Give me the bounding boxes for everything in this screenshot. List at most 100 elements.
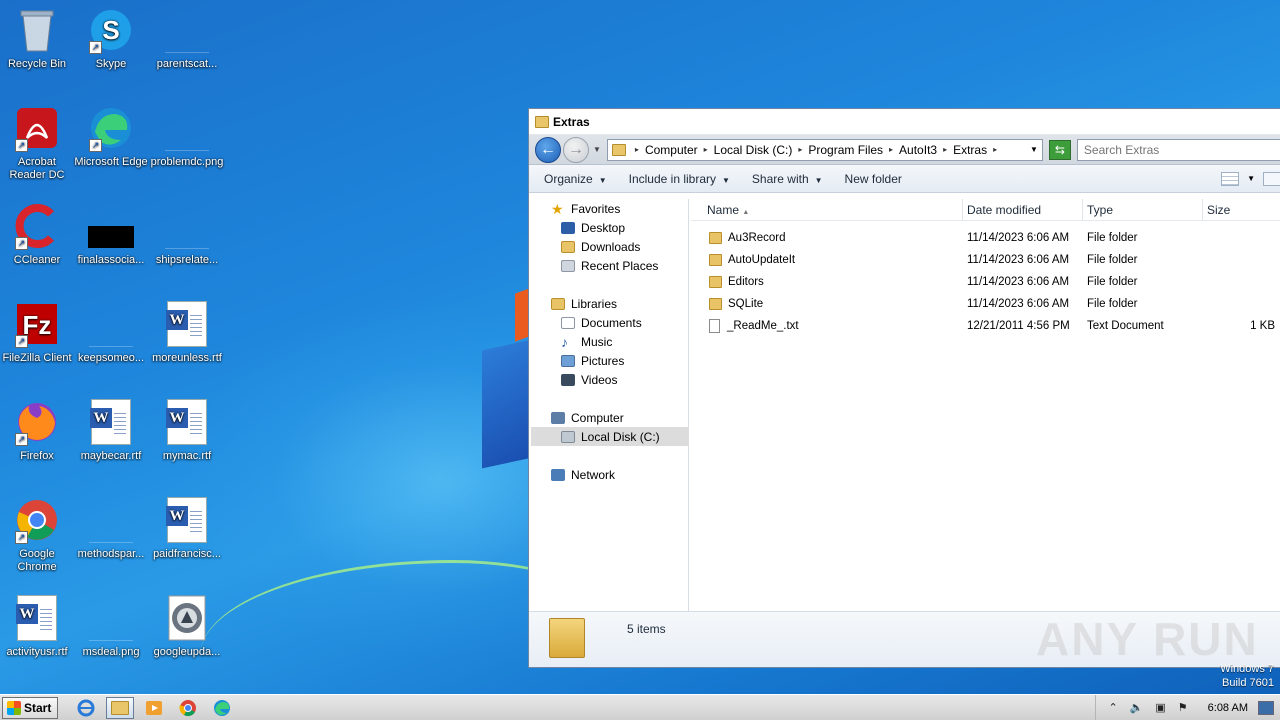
breadcrumb-autoit3[interactable]: AutoIt3 xyxy=(899,143,937,157)
folder-icon xyxy=(549,618,585,658)
desktop-icon-recycle-bin[interactable]: Recycle Bin xyxy=(0,6,74,71)
desktop-icon-chrome[interactable]: ↗ Google Chrome xyxy=(0,496,74,574)
nav-documents[interactable]: Documents xyxy=(531,313,689,332)
organize-menu[interactable]: Organize ▼ xyxy=(533,172,618,186)
dropdown-arrow-icon[interactable]: ▼ xyxy=(1247,174,1255,183)
nav-videos[interactable]: Videos xyxy=(531,370,689,389)
change-view-icon[interactable] xyxy=(1221,171,1240,186)
network-status-icon[interactable]: ▣ xyxy=(1155,701,1165,714)
desktop-icon-file[interactable]: keepsomeo... xyxy=(74,300,148,365)
show-desktop-button[interactable] xyxy=(1258,700,1274,715)
start-button[interactable]: Start xyxy=(2,696,59,719)
column-header-size[interactable]: Size xyxy=(1203,199,1280,220)
desktop-icon-edge[interactable]: ↗ Microsoft Edge xyxy=(74,104,148,169)
nav-local-disk[interactable]: Local Disk (C:) xyxy=(531,427,689,446)
taskbar-explorer[interactable] xyxy=(106,696,135,719)
breadcrumb-extras[interactable]: Extras xyxy=(953,143,987,157)
file-date: 11/14/2023 6:06 AM xyxy=(967,232,1070,244)
clock[interactable]: 6:08 AM xyxy=(1208,702,1248,714)
new-folder-button[interactable]: New folder xyxy=(834,172,913,186)
column-headers: Name ▲ Date modified Type Size xyxy=(691,199,1280,221)
file-row[interactable]: Au3Record 11/14/2023 6:06 AM File folder xyxy=(691,227,1280,249)
address-dropdown-icon[interactable]: ▼ xyxy=(1030,145,1038,154)
desktop-icon-file[interactable]: parentscat... xyxy=(150,6,224,71)
desktop-icon-googleupdate[interactable]: googleupda... xyxy=(150,594,224,659)
column-header-date[interactable]: Date modified xyxy=(963,199,1083,220)
chevron-right-icon[interactable]: ▸ xyxy=(943,145,947,154)
desktop-icon-ccleaner[interactable]: ↗ CCleaner xyxy=(0,202,74,267)
explorer-window[interactable]: Extras ← → ▼ ▸ Computer ▸ Local Disk (C:… xyxy=(528,108,1280,668)
taskbar-edge[interactable] xyxy=(208,697,236,719)
nav-computer[interactable]: Computer xyxy=(531,408,689,427)
chevron-right-icon[interactable]: ▸ xyxy=(635,145,639,154)
title-bar[interactable]: Extras xyxy=(529,109,1280,135)
share-with-menu[interactable]: Share with ▼ xyxy=(741,172,834,186)
chevron-right-icon[interactable]: ▸ xyxy=(889,145,893,154)
show-hidden-icons-icon[interactable]: ⌃ xyxy=(1108,701,1117,714)
nav-pictures[interactable]: Pictures xyxy=(531,351,689,370)
action-center-flag-icon[interactable]: ⚑ xyxy=(1178,701,1188,714)
file-icon xyxy=(87,300,135,348)
chevron-right-icon[interactable]: ▸ xyxy=(798,145,802,154)
desktop-icon-file[interactable]: shipsrelate... xyxy=(150,202,224,267)
nav-label: Network xyxy=(571,467,616,482)
shortcut-arrow-icon: ↗ xyxy=(15,433,28,446)
desktop-icon xyxy=(561,221,575,234)
desktop-icon-file[interactable]: finalassocia... xyxy=(74,202,148,267)
back-button[interactable]: ← xyxy=(535,136,561,163)
desktop-icon-rtf[interactable]: W activityusr.rtf xyxy=(0,594,74,659)
recent-pages-dropdown-icon[interactable]: ▼ xyxy=(593,145,601,154)
nav-network[interactable]: Network xyxy=(531,465,689,484)
desktop-icon-filezilla[interactable]: Fz ↗ FileZilla Client xyxy=(0,300,74,365)
svg-text:S: S xyxy=(102,15,119,45)
nav-desktop[interactable]: Desktop xyxy=(531,218,689,237)
breadcrumb-program-files[interactable]: Program Files xyxy=(808,143,883,157)
desktop-icon-file[interactable]: msdeal.png xyxy=(74,594,148,659)
address-bar[interactable]: ▸ Computer ▸ Local Disk (C:) ▸ Program F… xyxy=(606,138,1043,161)
chevron-right-icon[interactable]: ▸ xyxy=(704,145,708,154)
search-input[interactable] xyxy=(1076,138,1280,161)
nav-label: Desktop xyxy=(581,220,626,235)
refresh-button[interactable]: ⇆ xyxy=(1048,139,1071,160)
nav-recent-places[interactable]: Recent Places xyxy=(531,256,689,275)
breadcrumb-local-disk[interactable]: Local Disk (C:) xyxy=(714,143,793,157)
desktop-icon-skype[interactable]: S ↗ Skype xyxy=(74,6,148,71)
network-icon xyxy=(551,468,565,481)
file-row[interactable]: SQLite 11/14/2023 6:06 AM File folder xyxy=(691,293,1280,315)
desktop-icon-rtf[interactable]: W paidfrancisc... xyxy=(150,496,224,561)
desktop-icon-firefox[interactable]: ↗ Firefox xyxy=(0,398,74,463)
taskbar-chrome[interactable] xyxy=(174,697,202,719)
desktop-icon-rtf[interactable]: W maybecar.rtf xyxy=(74,398,148,463)
desktop-icon-acrobat[interactable]: ↗ Acrobat Reader DC xyxy=(0,104,74,182)
taskbar-media-player[interactable] xyxy=(140,697,168,719)
nav-label: Favorites xyxy=(571,201,621,216)
column-header-type[interactable]: Type xyxy=(1083,199,1203,220)
breadcrumb-computer[interactable]: Computer xyxy=(645,143,698,157)
desktop-icon-file[interactable]: problemdc.png xyxy=(150,104,224,169)
nav-downloads[interactable]: Downloads xyxy=(531,237,689,256)
desktop-icon-file[interactable]: methodspar... xyxy=(74,496,148,561)
anyrun-watermark: ANY RUN xyxy=(1036,613,1259,665)
word-document-icon: W xyxy=(87,398,135,446)
file-row[interactable]: Editors 11/14/2023 6:06 AM File folder xyxy=(691,271,1280,293)
forward-button[interactable]: → xyxy=(563,136,589,163)
file-row[interactable]: _ReadMe_.txt 12/21/2011 4:56 PM Text Doc… xyxy=(691,315,1280,337)
include-in-library-menu[interactable]: Include in library ▼ xyxy=(618,172,741,186)
organize-label: Organize xyxy=(544,171,593,186)
nav-label: Pictures xyxy=(581,353,625,368)
desktop-icon-rtf[interactable]: W mymac.rtf xyxy=(150,398,224,463)
os-build: Build 7601 xyxy=(1222,677,1274,689)
volume-icon[interactable]: 🔈 xyxy=(1130,701,1144,714)
column-header-name[interactable]: Name ▲ xyxy=(691,199,963,220)
nav-libraries[interactable]: Libraries xyxy=(531,294,689,313)
nav-music[interactable]: ♪ Music xyxy=(531,332,689,351)
nav-favorites[interactable]: ★ Favorites xyxy=(531,199,689,218)
sort-ascending-icon: ▲ xyxy=(742,209,750,216)
text-file-icon xyxy=(709,319,720,333)
preview-pane-icon[interactable] xyxy=(1263,171,1280,186)
chevron-right-icon[interactable]: ▸ xyxy=(993,145,997,154)
taskbar-internet-explorer[interactable] xyxy=(72,697,100,719)
file-icon xyxy=(87,496,135,544)
file-row[interactable]: AutoUpdateIt 11/14/2023 6:06 AM File fol… xyxy=(691,249,1280,271)
desktop-icon-rtf[interactable]: W moreunless.rtf xyxy=(150,300,224,365)
